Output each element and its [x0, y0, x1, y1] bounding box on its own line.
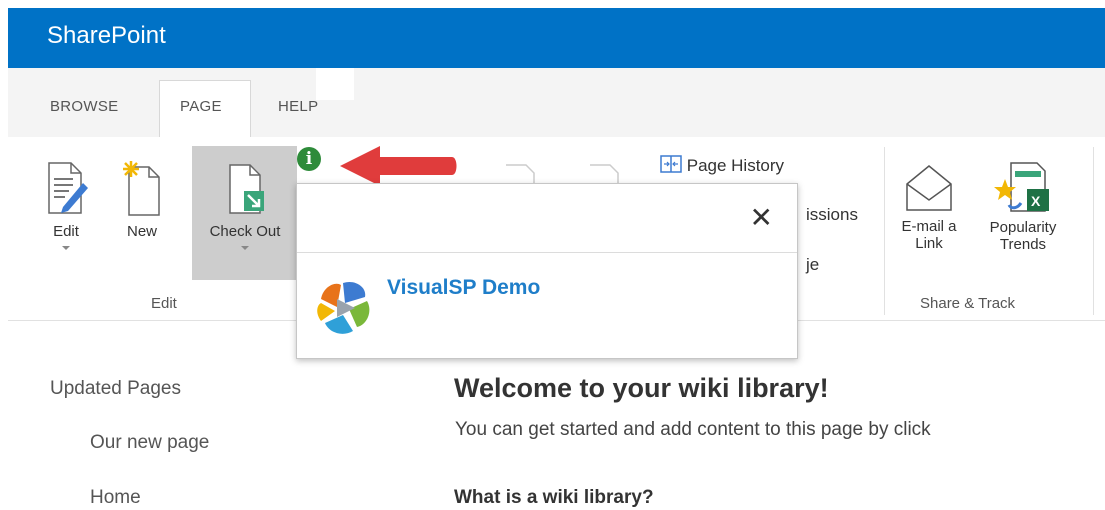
- page-history-label: Page History: [686, 156, 785, 175]
- email-icon: [906, 165, 952, 211]
- popup-header: ✕: [297, 184, 797, 253]
- suite-bar: SharePoint: [8, 8, 1105, 68]
- new-page-icon: [123, 161, 160, 216]
- quick-launch-item[interactable]: Home: [90, 487, 141, 509]
- new-button[interactable]: New: [118, 159, 166, 240]
- tab-help[interactable]: HELP: [278, 98, 318, 115]
- manage-item-label[interactable]: je: [806, 255, 819, 275]
- group-divider: [884, 147, 885, 315]
- new-button-label: New: [126, 223, 157, 240]
- info-icon[interactable]: i: [297, 147, 321, 171]
- quick-launch-heading[interactable]: Updated Pages: [50, 378, 181, 400]
- email-link-label-2: Link: [915, 235, 943, 252]
- tab-page[interactable]: PAGE: [180, 98, 222, 115]
- brand-title[interactable]: SharePoint: [47, 22, 166, 50]
- tab-notch: [316, 68, 354, 100]
- share-track-group-label: Share & Track: [920, 295, 1016, 312]
- check-out-button[interactable]: Check Out: [196, 159, 294, 250]
- intro-text: You can get started and add content to t…: [455, 419, 931, 440]
- ribbon-tabs: BROWSE PAGE HELP: [8, 68, 1105, 137]
- popularity-label-2: Trends: [999, 236, 1047, 253]
- popup-site-link[interactable]: VisualSP Demo: [387, 276, 540, 300]
- edit-group-label: Edit: [151, 295, 177, 312]
- popularity-label-1: Popularity: [989, 219, 1057, 236]
- quick-launch-item[interactable]: Our new page: [90, 432, 209, 454]
- permissions-label[interactable]: issions: [806, 205, 858, 225]
- popularity-trends-icon: X: [994, 162, 1049, 212]
- chevron-down-icon: [241, 246, 249, 250]
- chevron-down-icon: [62, 246, 70, 250]
- group-divider: [1093, 147, 1094, 315]
- visualsp-logo-icon: [317, 281, 370, 334]
- page-history-icon: [660, 155, 682, 173]
- close-icon[interactable]: ✕: [750, 204, 773, 232]
- tab-browse[interactable]: BROWSE: [50, 98, 118, 115]
- edit-button-label: Edit: [53, 223, 79, 240]
- edit-button[interactable]: Edit: [42, 159, 90, 250]
- svg-text:X: X: [1031, 193, 1041, 209]
- popularity-trends-button[interactable]: X Popularity Trends: [982, 159, 1064, 253]
- email-link-button[interactable]: E-mail a Link: [894, 162, 964, 252]
- section-heading: What is a wiki library?: [454, 487, 654, 508]
- edit-page-icon: [48, 162, 88, 214]
- check-out-icon: [229, 164, 264, 214]
- page-history-button[interactable]: Page History: [660, 155, 784, 176]
- email-link-label-1: E-mail a: [901, 218, 957, 235]
- page-title: Welcome to your wiki library!: [454, 373, 829, 403]
- check-out-label: Check Out: [209, 223, 281, 240]
- info-popup: ✕ VisualSP Demo: [296, 183, 798, 359]
